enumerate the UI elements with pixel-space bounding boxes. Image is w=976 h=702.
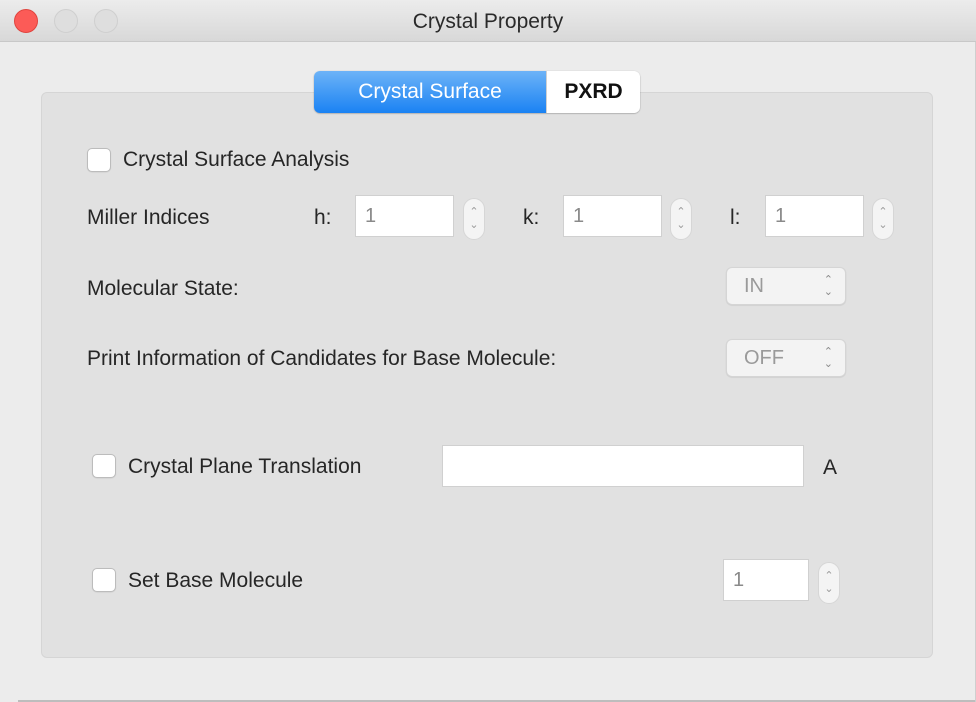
l-label: l: [730,206,741,229]
stepper-down-icon[interactable]: ⌄ [824,583,833,596]
base-molecule-stepper[interactable]: ⌃ ⌄ [818,562,840,604]
crystal-plane-translation-input[interactable] [442,445,804,487]
crystal-plane-translation-checkbox[interactable] [92,454,116,478]
title-bar[interactable]: Crystal Property [0,0,976,42]
base-molecule-input[interactable]: 1 [723,559,809,601]
stepper-down-icon[interactable]: ⌄ [676,219,685,232]
tab-pxrd[interactable]: PXRD [546,71,640,113]
window-title: Crystal Property [412,10,564,33]
stepper-up-icon[interactable]: ⌃ [878,206,887,219]
print-info-select[interactable]: OFF ⌃ ⌄ [726,339,846,377]
stepper-up-icon[interactable]: ⌃ [469,206,478,219]
miller-indices-label: Miller Indices [87,206,210,229]
crystal-plane-translation-label: Crystal Plane Translation [128,455,362,478]
molecular-state-label: Molecular State: [87,277,239,300]
stepper-up-icon[interactable]: ⌃ [676,206,685,219]
miller-l-stepper[interactable]: ⌃ ⌄ [872,198,894,240]
crystal-surface-analysis-checkbox[interactable] [87,148,111,172]
translation-unit-label: A [823,456,838,479]
miller-k-stepper[interactable]: ⌃ ⌄ [670,198,692,240]
set-base-molecule-checkbox[interactable] [92,568,116,592]
tab-crystal-surface[interactable]: Crystal Surface [314,71,546,113]
popup-arrows-icon: ⌃ ⌄ [823,346,833,370]
tab-bar: Crystal Surface PXRD [314,71,640,113]
h-label: h: [314,206,332,229]
miller-h-input[interactable]: 1 [355,195,454,237]
stepper-down-icon[interactable]: ⌄ [878,219,887,232]
stepper-down-icon[interactable]: ⌄ [469,219,478,232]
set-base-molecule-label: Set Base Molecule [128,569,304,592]
k-label: k: [523,206,540,229]
print-info-value: OFF [744,346,784,369]
crystal-property-window: Crystal Property Crystal Surface PXRD Cr… [0,0,976,702]
miller-h-stepper[interactable]: ⌃ ⌄ [463,198,485,240]
molecular-state-value: IN [744,274,764,297]
miller-l-input[interactable]: 1 [765,195,864,237]
crystal-surface-analysis-label: Crystal Surface Analysis [123,148,350,171]
print-info-label: Print Information of Candidates for Base… [87,347,557,370]
miller-k-input[interactable]: 1 [563,195,662,237]
stepper-up-icon[interactable]: ⌃ [824,570,833,583]
popup-arrows-icon: ⌃ ⌄ [823,274,833,298]
molecular-state-select[interactable]: IN ⌃ ⌄ [726,267,846,305]
